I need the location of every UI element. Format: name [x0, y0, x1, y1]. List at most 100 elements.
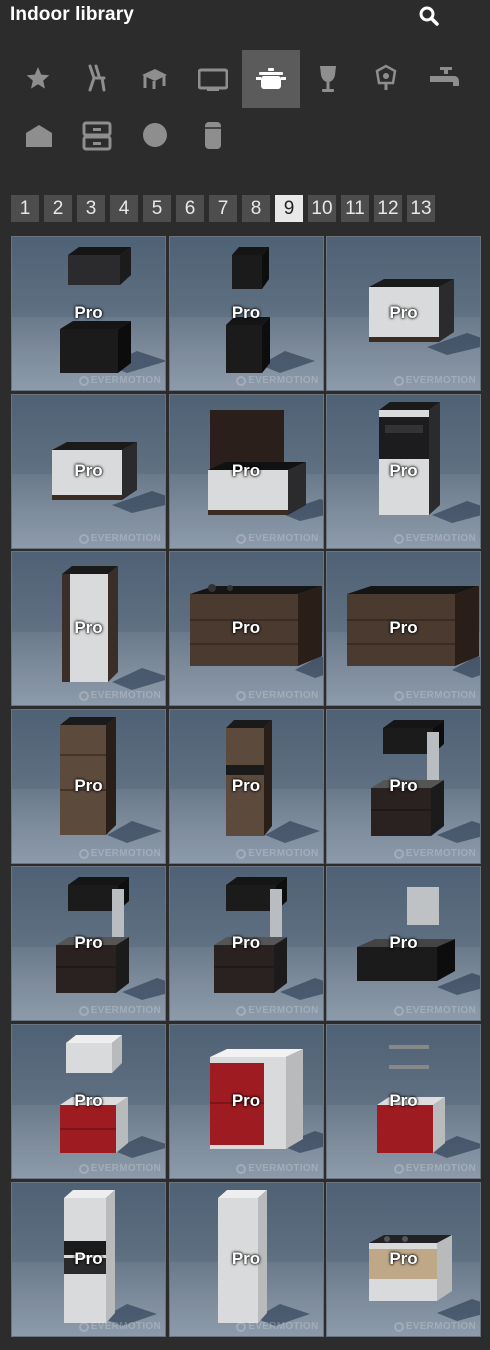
evermotion-logo-icon [393, 691, 404, 702]
pro-badge: Pro [389, 1091, 418, 1110]
watermark-text: EVERMOTION [90, 690, 161, 702]
page-button-12[interactable]: 12 [374, 195, 402, 222]
drawers-category-button[interactable] [68, 107, 126, 165]
cooking-pot-category-button[interactable] [242, 50, 300, 108]
page-button-11[interactable]: 11 [341, 195, 369, 222]
cylinder-category-button[interactable] [184, 107, 242, 165]
wine-glass-icon [320, 66, 336, 92]
evermotion-watermark: EVERMOTION [236, 1321, 318, 1332]
evermotion-watermark: EVERMOTION [78, 532, 161, 544]
library-item-tall-dark-cabinet-pair[interactable]: Pro EVERMOTION [168, 236, 324, 391]
chair-category-button[interactable] [68, 50, 126, 108]
library-item-red-base-wall[interactable]: Pro EVERMOTION [11, 1024, 166, 1179]
faucet-icon [430, 67, 459, 86]
lamp-category-button[interactable] [358, 50, 416, 108]
evermotion-logo-icon [236, 533, 247, 544]
pro-badge: Pro [74, 460, 103, 480]
header: Indoor library [0, 0, 490, 32]
search-icon[interactable] [417, 4, 441, 28]
box-category-button[interactable] [10, 107, 68, 165]
page-button-2[interactable]: 2 [44, 195, 72, 222]
evermotion-logo-icon [236, 1321, 247, 1332]
library-item-tall-wood-cabinet[interactable]: Pro EVERMOTION [11, 708, 166, 864]
pro-badge: Pro [74, 775, 103, 795]
evermotion-logo-icon [236, 376, 247, 386]
watermark-text: EVERMOTION [90, 1320, 161, 1332]
library-item-hob-with-backsplash[interactable]: Pro EVERMOTION [168, 393, 324, 549]
page-button-10[interactable]: 10 [308, 195, 336, 222]
evermotion-watermark: EVERMOTION [236, 1005, 319, 1017]
table-category-button[interactable] [126, 50, 184, 108]
pro-badge: Pro [389, 1248, 418, 1268]
chair-icon [88, 64, 106, 92]
pro-badge: Pro [74, 1091, 103, 1110]
library-item-wall-shelf-and-base-dark[interactable]: Pro EVERMOTION [11, 236, 166, 391]
evermotion-logo-icon [78, 1164, 89, 1174]
watermark-text: EVERMOTION [405, 1163, 476, 1174]
evermotion-watermark: EVERMOTION [236, 375, 318, 386]
table-icon [142, 69, 167, 89]
evermotion-watermark: EVERMOTION [393, 533, 476, 544]
page-button-3[interactable]: 3 [77, 195, 105, 222]
watermark-text: EVERMOTION [90, 1163, 161, 1174]
circle-category-button[interactable] [126, 107, 184, 165]
page-button-9[interactable]: 9 [275, 195, 303, 222]
star-category-button[interactable] [10, 50, 68, 108]
page-button-5[interactable]: 5 [143, 195, 171, 222]
wine-glass-category-button[interactable] [300, 50, 358, 108]
library-item-tall-white-column[interactable]: Pro EVERMOTION [168, 1181, 324, 1337]
evermotion-watermark: EVERMOTION [393, 1005, 476, 1017]
watermark-text: EVERMOTION [405, 1320, 476, 1332]
page-button-6[interactable]: 6 [176, 195, 204, 222]
tv-category-button[interactable] [184, 50, 242, 108]
library-item-red-base-wide[interactable]: Pro EVERMOTION [168, 1024, 324, 1179]
evermotion-watermark: EVERMOTION [393, 690, 476, 702]
evermotion-watermark: EVERMOTION [78, 1320, 161, 1332]
library-item-wood-island-hob[interactable]: Pro EVERMOTION [168, 551, 324, 707]
drawers-icon [82, 121, 112, 151]
library-item-wood-island[interactable]: Pro EVERMOTION [326, 551, 481, 707]
library-item-oven-tall-white[interactable]: Pro EVERMOTION [326, 393, 481, 549]
pro-badge: Pro [231, 303, 261, 322]
evermotion-watermark: EVERMOTION [236, 848, 318, 859]
page-button-1[interactable]: 1 [11, 195, 39, 222]
pro-badge: Pro [231, 775, 261, 795]
cylinder-icon [205, 122, 221, 149]
pro-badge: Pro [389, 775, 418, 795]
evermotion-watermark: EVERMOTION [393, 375, 476, 386]
library-item-red-base-shelves[interactable]: Pro EVERMOTION [326, 1024, 481, 1179]
evermotion-logo-icon [236, 691, 247, 702]
page-button-4[interactable]: 4 [110, 195, 138, 222]
evermotion-logo-icon [236, 848, 247, 859]
lamp-icon [375, 64, 397, 90]
library-item-tall-wood-narrow[interactable]: Pro EVERMOTION [168, 708, 324, 864]
watermark-text: EVERMOTION [248, 690, 319, 702]
watermark-text: EVERMOTION [248, 375, 319, 386]
box-icon [26, 125, 52, 147]
page-button-7[interactable]: 7 [209, 195, 237, 222]
library-item-white-base-sink[interactable]: Pro EVERMOTION [326, 236, 481, 391]
watermark-text: EVERMOTION [248, 1163, 319, 1174]
library-item-wood-front-base-hob[interactable]: Pro EVERMOTION [326, 1181, 481, 1337]
library-item-dark-kitchen-unit[interactable]: Pro EVERMOTION [11, 866, 166, 1022]
evermotion-logo-icon [78, 1321, 89, 1332]
library-item-dark-kitchen-unit[interactable]: Pro EVERMOTION [326, 708, 481, 864]
pro-badge: Pro [74, 933, 103, 953]
pro-badge: Pro [389, 460, 418, 480]
page-button-8[interactable]: 8 [242, 195, 270, 222]
evermotion-logo-icon [393, 1006, 404, 1017]
library-item-tall-white-fridge[interactable]: Pro EVERMOTION [11, 551, 166, 707]
watermark-text: EVERMOTION [248, 847, 319, 859]
watermark-text: EVERMOTION [90, 532, 161, 544]
evermotion-watermark: EVERMOTION [78, 1005, 161, 1017]
library-item-tall-white-oven[interactable]: Pro EVERMOTION [11, 1181, 166, 1337]
faucet-category-button[interactable] [416, 50, 474, 108]
page-button-13[interactable]: 13 [407, 195, 435, 222]
watermark-text: EVERMOTION [90, 375, 161, 386]
evermotion-logo-icon [78, 533, 89, 544]
library-item-dark-kitchen-unit[interactable]: Pro EVERMOTION [168, 866, 324, 1022]
library-item-white-base-low[interactable]: Pro EVERMOTION [11, 393, 166, 549]
pro-badge: Pro [231, 460, 261, 480]
library-item-dark-corner-unit[interactable]: Pro EVERMOTION [326, 866, 481, 1022]
watermark-text: EVERMOTION [248, 1005, 319, 1017]
